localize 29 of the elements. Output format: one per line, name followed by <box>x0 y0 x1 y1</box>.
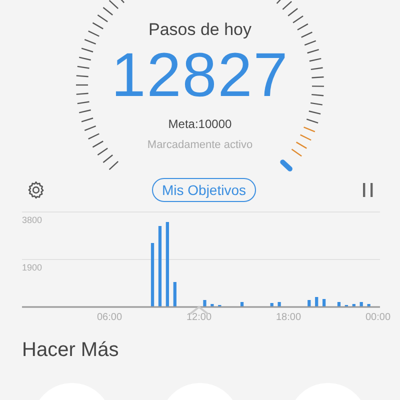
settings-icon[interactable] <box>26 180 46 200</box>
axis-label: 1900 <box>22 262 42 272</box>
section-heading: Hacer Más <box>21 338 120 363</box>
bar <box>278 302 281 307</box>
bar <box>367 304 370 307</box>
bar <box>173 282 176 307</box>
axis-label: 00:00 <box>365 312 391 323</box>
bar <box>240 302 244 307</box>
bar <box>150 243 154 307</box>
bar <box>308 300 311 307</box>
activity-label: Marcadamente activo <box>147 138 253 153</box>
bar <box>337 302 341 307</box>
bar <box>360 302 363 307</box>
axis-label: 18:00 <box>276 312 302 323</box>
bar <box>352 304 356 307</box>
bar <box>322 299 326 307</box>
chevron-up-icon[interactable] <box>189 306 209 315</box>
bar <box>270 303 274 307</box>
axis-label: 3800 <box>22 215 42 225</box>
bar <box>203 300 206 307</box>
bar <box>315 297 318 307</box>
title: Pasos de hoy <box>148 19 252 41</box>
axis-label: 06:00 <box>96 312 122 323</box>
goals-button[interactable]: Mis Objetivos <box>152 178 256 202</box>
step-count: 12827 <box>111 41 289 111</box>
pause-icon[interactable] <box>362 182 374 198</box>
goal-label: Meta:10000 <box>168 116 232 132</box>
bar <box>210 304 214 307</box>
axis-label: 12:00 <box>186 312 212 323</box>
